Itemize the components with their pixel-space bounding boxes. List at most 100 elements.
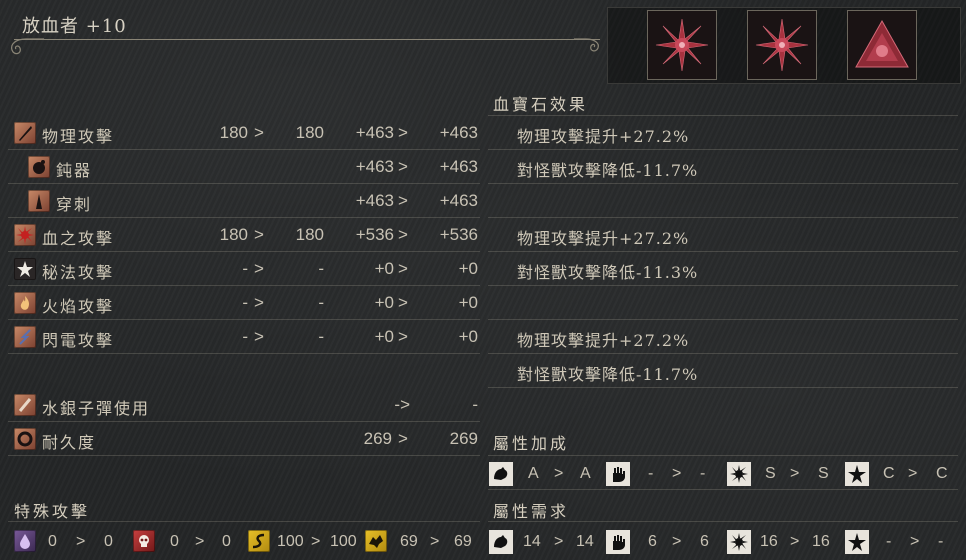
arrow: > xyxy=(398,123,408,142)
title-divider xyxy=(14,39,600,40)
arrow: > xyxy=(430,533,440,550)
stat-bonus-to: +463 xyxy=(439,191,478,210)
arrow: > xyxy=(254,259,264,278)
blood-gem-slot-1[interactable] xyxy=(647,10,717,80)
special-beast-to: 69 xyxy=(454,533,472,550)
radial-blood-gem-icon xyxy=(655,18,709,72)
quicksilver-to: - xyxy=(472,395,478,414)
scaling-arcane-from: C xyxy=(883,465,895,482)
stat-bonus-to: +0 xyxy=(458,259,478,278)
scaling-bloodtinge-from: S xyxy=(765,465,776,482)
arrow: > xyxy=(398,225,408,244)
gem-effect: 物理攻擊提升+27.2% xyxy=(517,127,690,146)
stat-label: 秘法攻擊 xyxy=(42,263,115,282)
scaling-arcane-to: C xyxy=(936,465,948,482)
stat-label: 物理攻擊 xyxy=(42,127,115,146)
serpent-icon xyxy=(248,530,270,552)
row-divider xyxy=(488,251,958,252)
flourish-right-icon xyxy=(574,38,599,52)
durability-to: 269 xyxy=(449,429,478,448)
stat-bonus-from: +463 xyxy=(355,157,394,176)
bolt-attack-icon xyxy=(14,326,36,348)
stat-base-to: - xyxy=(318,259,324,278)
bloodtinge-icon xyxy=(727,462,751,486)
arrow: > xyxy=(254,225,264,244)
req-strength-from: 14 xyxy=(523,533,541,550)
strength-icon xyxy=(489,462,513,486)
scaling-strength-to: A xyxy=(580,465,591,482)
special-skull-to: 0 xyxy=(222,533,231,550)
stat-bonus-from: +0 xyxy=(374,293,394,312)
row-divider xyxy=(488,217,958,218)
stat-base-from: - xyxy=(242,259,248,278)
special-poison-from: 0 xyxy=(48,533,57,550)
arrow: > xyxy=(554,465,564,482)
stat-label: 火焰攻擊 xyxy=(42,297,115,316)
stat-label: 穿刺 xyxy=(56,195,93,214)
stat-bonus-to: +0 xyxy=(458,293,478,312)
row-divider xyxy=(488,387,958,388)
special-serpent-to: 100 xyxy=(330,533,357,550)
gem-effect: 對怪獸攻擊降低-11.3% xyxy=(517,263,699,282)
row-divider xyxy=(8,217,480,218)
row-divider xyxy=(8,251,480,252)
arrow: > xyxy=(910,533,920,550)
stat-label: 血之攻擊 xyxy=(42,229,115,248)
stat-base-from: 180 xyxy=(219,225,248,244)
quicksilver-from: -> xyxy=(394,395,410,414)
row-divider xyxy=(8,149,480,150)
blood-gem-slot-2[interactable] xyxy=(747,10,817,80)
quicksilver-bullet-icon xyxy=(14,394,36,416)
req-strength-to: 14 xyxy=(576,533,594,550)
radial-blood-gem-icon xyxy=(755,18,809,72)
rapid-poison-icon xyxy=(14,530,36,552)
arrow: > xyxy=(398,259,408,278)
row-divider xyxy=(488,319,958,320)
stat-bonus-from: +463 xyxy=(355,191,394,210)
stat-base-from: 180 xyxy=(219,123,248,142)
arrow: > xyxy=(398,191,408,210)
arrow: > xyxy=(554,533,564,550)
blood-gem-slot-3[interactable] xyxy=(847,10,917,80)
stat-base-from: - xyxy=(242,293,248,312)
arrow: > xyxy=(76,533,86,550)
stat-base-to: - xyxy=(318,327,324,346)
row-divider xyxy=(488,149,958,150)
stat-bonus-to: +463 xyxy=(439,157,478,176)
scaling-bloodtinge-to: S xyxy=(818,465,829,482)
arrow: > xyxy=(195,533,205,550)
scaling-strength-from: A xyxy=(528,465,539,482)
arrow: > xyxy=(908,465,918,482)
stat-base-to: 180 xyxy=(295,225,324,244)
arrow: > xyxy=(398,429,408,448)
blood-attack-icon xyxy=(14,224,36,246)
strength-icon xyxy=(489,530,513,554)
gem-effect: 對怪獸攻擊降低-11.7% xyxy=(517,365,699,384)
arrow: > xyxy=(672,465,682,482)
arrow: > xyxy=(790,533,800,550)
special-serpent-from: 100 xyxy=(277,533,304,550)
arcane-star-icon xyxy=(845,462,869,486)
gem-effect: 對怪獸攻擊降低-11.7% xyxy=(517,161,699,180)
special-beast-from: 69 xyxy=(400,533,418,550)
scaling-skill-to: - xyxy=(700,465,706,482)
special-poison-to: 0 xyxy=(104,533,113,550)
stat-bonus-from: +536 xyxy=(355,225,394,244)
stat-label: 鈍器 xyxy=(56,161,93,180)
arrow: > xyxy=(398,293,408,312)
skill-hand-icon xyxy=(606,462,630,486)
arrow: > xyxy=(311,533,321,550)
beast-icon xyxy=(365,530,387,552)
row-divider xyxy=(488,285,958,286)
stat-base-to: 180 xyxy=(295,123,324,142)
row-divider xyxy=(488,115,958,116)
req-skill-from: 6 xyxy=(648,533,657,550)
skill-hand-icon xyxy=(606,530,630,554)
row-divider xyxy=(8,319,480,320)
durability-from: 269 xyxy=(363,429,392,448)
gem-effects-header: 血寶石效果 xyxy=(493,95,589,114)
bloodtinge-icon xyxy=(727,530,751,554)
stat-bonus-from: +0 xyxy=(374,327,394,346)
fire-attack-icon xyxy=(14,292,36,314)
physical-attack-icon xyxy=(14,122,36,144)
